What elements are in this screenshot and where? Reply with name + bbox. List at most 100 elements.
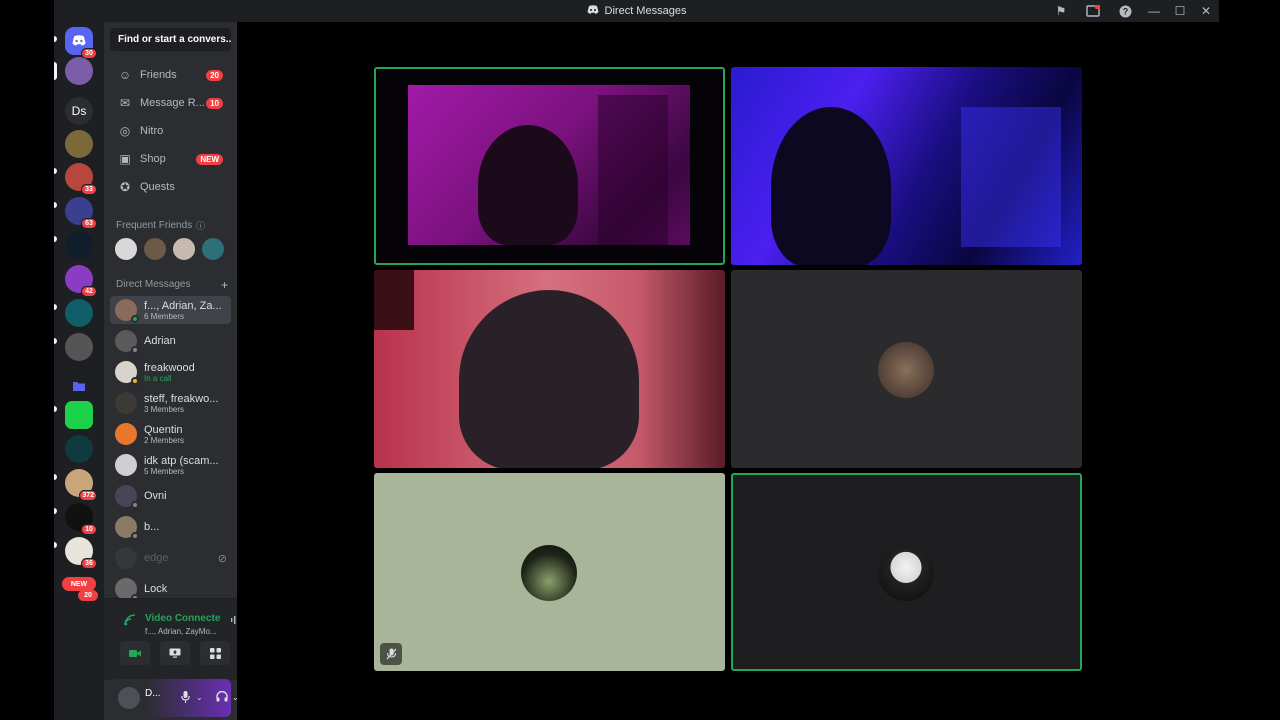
nav-friends-label: Friends bbox=[140, 69, 177, 81]
voice-connection-panel: Video Connecte f..., Adrian, ZayMo... bbox=[104, 598, 270, 680]
frequent-friend-avatar[interactable] bbox=[172, 237, 196, 261]
participant-camera-off-tile[interactable] bbox=[374, 473, 725, 671]
direct-messages-header: Direct Messages + bbox=[116, 278, 228, 292]
nav-quests[interactable]: ✪ Quests bbox=[110, 174, 231, 200]
server-icon[interactable]: 33 bbox=[65, 163, 97, 195]
server-icon[interactable]: 10 bbox=[65, 503, 97, 535]
dm-name: idk atp (scam... bbox=[144, 454, 219, 467]
window-title: Direct Messages bbox=[587, 4, 686, 18]
nav-nitro[interactable]: ◎ Nitro bbox=[110, 118, 231, 144]
search-input[interactable]: Find or start a convers... bbox=[110, 28, 231, 51]
frequent-friends-row bbox=[114, 237, 225, 261]
nav-nitro-label: Nitro bbox=[140, 125, 164, 137]
activities-button[interactable] bbox=[200, 641, 230, 665]
nav-message-requests[interactable]: ✉ Message R... 10 bbox=[110, 90, 231, 116]
nav-shop[interactable]: ▣ Shop NEW bbox=[110, 146, 231, 172]
dm-item[interactable]: steff, freakwo... 3 Members bbox=[110, 389, 231, 417]
maximize-icon[interactable]: ☐ bbox=[1167, 0, 1193, 22]
discord-window: Direct Messages ⚑ ? — ☐ ✕ 30 Ds 33 63 42… bbox=[54, 0, 1219, 720]
server-icon[interactable]: 63 bbox=[65, 197, 97, 229]
server-icon[interactable]: 372 bbox=[65, 469, 97, 501]
screenshare-button[interactable] bbox=[160, 641, 190, 665]
envelope-icon: ✉ bbox=[119, 96, 131, 110]
dm-subtitle: 2 Members bbox=[144, 435, 185, 445]
dm-name: steff, freakwo... bbox=[144, 392, 219, 405]
frequent-friend-avatar[interactable] bbox=[114, 237, 138, 261]
server-icon[interactable] bbox=[65, 57, 93, 85]
dm-item[interactable]: b... bbox=[110, 513, 231, 541]
server-ds[interactable]: Ds bbox=[65, 97, 93, 125]
participant-video-tile[interactable] bbox=[374, 67, 725, 265]
dm-name: freakwood bbox=[144, 361, 195, 374]
unread-pip bbox=[54, 168, 57, 174]
dm-name: Quentin bbox=[144, 423, 183, 436]
frequent-friends-label: Frequent Friends bbox=[116, 220, 193, 231]
dm-avatar bbox=[115, 516, 139, 540]
inbox-icon[interactable] bbox=[1077, 0, 1109, 22]
camera-button[interactable] bbox=[120, 641, 150, 665]
participant-silhouette bbox=[459, 290, 639, 468]
shop-new-badge: NEW bbox=[196, 153, 223, 165]
dm-avatar bbox=[115, 361, 139, 385]
dm-name: Lock bbox=[144, 583, 168, 595]
title-bar: Direct Messages ⚑ ? — ☐ ✕ bbox=[54, 0, 1219, 22]
dm-subtitle: In a call bbox=[144, 373, 172, 383]
nav-quests-label: Quests bbox=[140, 181, 175, 193]
help-icon[interactable]: ? bbox=[1109, 0, 1141, 22]
server-icon[interactable] bbox=[65, 130, 93, 158]
selected-pip bbox=[54, 62, 57, 80]
dm-item[interactable]: Ovni bbox=[110, 482, 231, 510]
participant-video-feed bbox=[731, 67, 1082, 265]
dm-name: f..., Adrian, Za... bbox=[144, 299, 222, 312]
friends-icon: ☺ bbox=[118, 68, 132, 82]
server-icon[interactable] bbox=[65, 435, 93, 463]
connection-signal-icon[interactable] bbox=[124, 614, 136, 629]
server-icon[interactable] bbox=[65, 299, 93, 327]
dm-item[interactable]: Adrian bbox=[110, 327, 231, 355]
status-indicator bbox=[131, 346, 139, 354]
participant-avatar bbox=[521, 545, 577, 601]
quests-icon: ✪ bbox=[119, 180, 131, 194]
dm-item[interactable]: idk atp (scam... 5 Members bbox=[110, 451, 231, 479]
direct-messages-home-button[interactable]: 30 bbox=[65, 27, 97, 59]
server-icon[interactable]: 42 bbox=[65, 265, 97, 297]
create-dm-plus-icon[interactable]: + bbox=[221, 278, 228, 292]
participant-video-tile[interactable] bbox=[731, 67, 1082, 265]
voice-channel-text[interactable]: f..., Adrian, ZayMo... bbox=[145, 627, 217, 636]
server-icon[interactable] bbox=[65, 401, 93, 429]
participant-camera-off-tile[interactable] bbox=[731, 270, 1082, 468]
headphones-icon[interactable] bbox=[216, 690, 228, 705]
server-icon[interactable] bbox=[65, 333, 93, 361]
folder-icon[interactable] bbox=[65, 372, 93, 400]
svg-text:?: ? bbox=[1122, 6, 1128, 16]
status-indicator bbox=[131, 501, 139, 509]
dm-item[interactable]: edge ⊘ bbox=[110, 544, 231, 572]
frequent-friends-header: Frequent Friends ⓘ bbox=[116, 219, 228, 232]
dm-sidebar: Find or start a convers... ☺ Friends 20 … bbox=[104, 22, 270, 720]
close-icon[interactable]: ✕ bbox=[1193, 0, 1219, 22]
nav-friends[interactable]: ☺ Friends 20 bbox=[110, 62, 231, 88]
dm-item[interactable]: freakwood In a call bbox=[110, 358, 231, 386]
participant-camera-off-tile[interactable] bbox=[731, 473, 1082, 671]
frequent-friend-avatar[interactable] bbox=[201, 237, 225, 261]
voice-status-text: Video Connecte bbox=[145, 613, 221, 624]
info-icon[interactable]: ⓘ bbox=[196, 219, 205, 232]
status-indicator bbox=[131, 532, 139, 540]
server-icon[interactable]: 36 bbox=[65, 537, 97, 569]
user-avatar[interactable] bbox=[118, 687, 140, 709]
user-name[interactable]: D... bbox=[145, 688, 161, 699]
mic-options-chevron-down-icon[interactable]: ⌄ bbox=[196, 693, 203, 702]
server-icon[interactable] bbox=[65, 231, 93, 259]
dm-item[interactable]: Quentin 2 Members bbox=[110, 420, 231, 448]
flag-icon[interactable]: ⚑ bbox=[1045, 0, 1077, 22]
frequent-friend-avatar[interactable] bbox=[143, 237, 167, 261]
microphone-icon[interactable] bbox=[181, 691, 190, 706]
participant-video-tile[interactable] bbox=[374, 270, 725, 468]
dm-name: b... bbox=[144, 521, 160, 533]
dm-avatar bbox=[115, 299, 139, 323]
new-pill: NEW bbox=[62, 577, 96, 591]
dm-item[interactable]: f..., Adrian, Za... 6 Members bbox=[110, 296, 231, 324]
background-door bbox=[598, 95, 668, 245]
minimize-icon[interactable]: — bbox=[1141, 0, 1167, 22]
muted-mic-icon bbox=[380, 643, 402, 665]
